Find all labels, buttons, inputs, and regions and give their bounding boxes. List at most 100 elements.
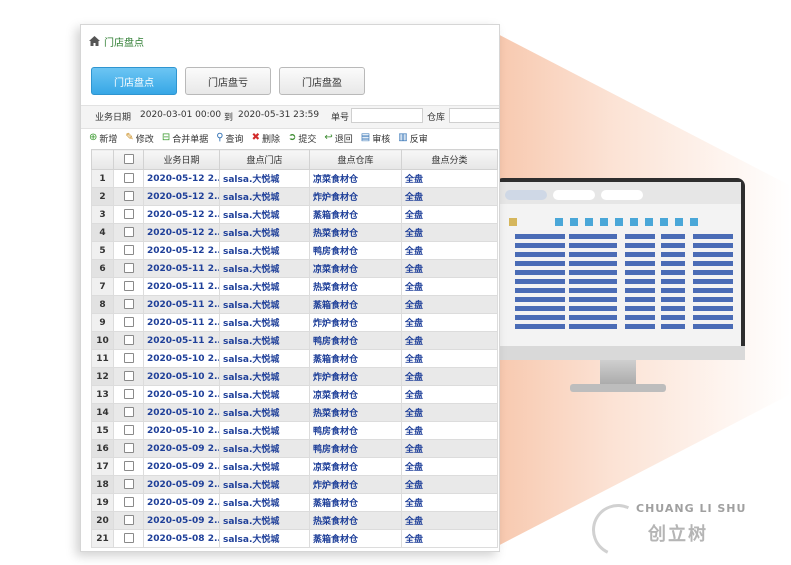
business-date-cell[interactable]: 2020-05-09 2...: [143, 493, 220, 512]
warehouse-cell[interactable]: 鸭房食材仓: [309, 421, 402, 440]
unaudit-button[interactable]: ▥ 反审: [398, 132, 427, 145]
warehouse-cell[interactable]: 鸭房食材仓: [309, 241, 402, 260]
delete-button[interactable]: ✖ 删除: [252, 132, 280, 145]
business-date-cell[interactable]: 2020-05-09 2...: [143, 439, 220, 458]
table-row[interactable]: 9 2020-05-11 2... salsa.大悦城 炸炉食材仓 全盘: [91, 313, 498, 332]
row-checkbox[interactable]: [123, 389, 134, 400]
business-date-cell[interactable]: 2020-05-08 2...: [143, 529, 220, 548]
warehouse-cell[interactable]: 凉菜食材仓: [309, 457, 402, 476]
tab-store-stocktake[interactable]: 门店盘点: [91, 67, 177, 95]
store-cell[interactable]: salsa.大悦城: [219, 349, 310, 368]
row-select-cell[interactable]: [113, 277, 144, 296]
store-cell[interactable]: salsa.大悦城: [219, 241, 310, 260]
store-cell[interactable]: salsa.大悦城: [219, 331, 310, 350]
category-cell[interactable]: 全盘: [401, 241, 498, 260]
table-row[interactable]: 11 2020-05-10 2... salsa.大悦城 蒸箱食材仓 全盘: [91, 349, 498, 368]
warehouse-cell[interactable]: 炸炉食材仓: [309, 475, 402, 494]
table-row[interactable]: 20 2020-05-09 2... salsa.大悦城 热菜食材仓 全盘: [91, 511, 498, 530]
business-date-cell[interactable]: 2020-05-11 2...: [143, 295, 220, 314]
store-cell[interactable]: salsa.大悦城: [219, 223, 310, 242]
row-select-cell[interactable]: [113, 331, 144, 350]
header-warehouse[interactable]: 盘点仓库: [309, 149, 402, 170]
store-cell[interactable]: salsa.大悦城: [219, 367, 310, 386]
store-cell[interactable]: salsa.大悦城: [219, 205, 310, 224]
row-checkbox[interactable]: [123, 371, 134, 382]
store-cell[interactable]: salsa.大悦城: [219, 475, 310, 494]
table-row[interactable]: 10 2020-05-11 2... salsa.大悦城 鸭房食材仓 全盘: [91, 331, 498, 350]
category-cell[interactable]: 全盘: [401, 187, 498, 206]
category-cell[interactable]: 全盘: [401, 367, 498, 386]
warehouse-cell[interactable]: 热菜食材仓: [309, 277, 402, 296]
store-cell[interactable]: salsa.大悦城: [219, 169, 310, 188]
audit-button[interactable]: ▤ 审核: [361, 132, 390, 145]
row-select-cell[interactable]: [113, 169, 144, 188]
warehouse-cell[interactable]: 蒸箱食材仓: [309, 295, 402, 314]
row-select-cell[interactable]: [113, 295, 144, 314]
category-cell[interactable]: 全盘: [401, 511, 498, 530]
row-checkbox[interactable]: [123, 425, 134, 436]
row-checkbox[interactable]: [123, 281, 134, 292]
category-cell[interactable]: 全盘: [401, 277, 498, 296]
row-select-cell[interactable]: [113, 421, 144, 440]
store-cell[interactable]: salsa.大悦城: [219, 277, 310, 296]
store-cell[interactable]: salsa.大悦城: [219, 457, 310, 476]
table-row[interactable]: 19 2020-05-09 2... salsa.大悦城 蒸箱食材仓 全盘: [91, 493, 498, 512]
table-row[interactable]: 4 2020-05-12 2... salsa.大悦城 热菜食材仓 全盘: [91, 223, 498, 242]
category-cell[interactable]: 全盘: [401, 421, 498, 440]
order-number-input[interactable]: [351, 108, 423, 123]
category-cell[interactable]: 全盘: [401, 259, 498, 278]
store-cell[interactable]: salsa.大悦城: [219, 529, 310, 548]
business-date-cell[interactable]: 2020-05-12 2...: [143, 169, 220, 188]
table-row[interactable]: 14 2020-05-10 2... salsa.大悦城 热菜食材仓 全盘: [91, 403, 498, 422]
header-store[interactable]: 盘点门店: [219, 149, 310, 170]
row-select-cell[interactable]: [113, 457, 144, 476]
category-cell[interactable]: 全盘: [401, 439, 498, 458]
header-category[interactable]: 盘点分类: [401, 149, 498, 170]
row-select-cell[interactable]: [113, 241, 144, 260]
business-date-cell[interactable]: 2020-05-10 2...: [143, 385, 220, 404]
business-date-cell[interactable]: 2020-05-10 2...: [143, 349, 220, 368]
row-select-cell[interactable]: [113, 187, 144, 206]
category-cell[interactable]: 全盘: [401, 349, 498, 368]
category-cell[interactable]: 全盘: [401, 223, 498, 242]
business-date-cell[interactable]: 2020-05-12 2...: [143, 241, 220, 260]
row-checkbox[interactable]: [123, 533, 134, 544]
row-checkbox[interactable]: [123, 209, 134, 220]
warehouse-cell[interactable]: 炸炉食材仓: [309, 367, 402, 386]
table-row[interactable]: 7 2020-05-11 2... salsa.大悦城 热菜食材仓 全盘: [91, 277, 498, 296]
business-date-cell[interactable]: 2020-05-12 2...: [143, 223, 220, 242]
row-checkbox[interactable]: [123, 497, 134, 508]
business-date-cell[interactable]: 2020-05-09 2...: [143, 457, 220, 476]
business-date-cell[interactable]: 2020-05-10 2...: [143, 403, 220, 422]
submit-button[interactable]: ➲ 提交: [288, 132, 316, 145]
header-select-all[interactable]: [113, 149, 144, 170]
row-select-cell[interactable]: [113, 313, 144, 332]
category-cell[interactable]: 全盘: [401, 475, 498, 494]
store-cell[interactable]: salsa.大悦城: [219, 439, 310, 458]
row-select-cell[interactable]: [113, 349, 144, 368]
tab-store-loss[interactable]: 门店盘亏: [185, 67, 271, 95]
row-select-cell[interactable]: [113, 259, 144, 278]
warehouse-cell[interactable]: 蒸箱食材仓: [309, 529, 402, 548]
warehouse-cell[interactable]: 鸭房食材仓: [309, 331, 402, 350]
row-checkbox[interactable]: [123, 299, 134, 310]
select-all-checkbox[interactable]: [123, 154, 134, 165]
table-row[interactable]: 18 2020-05-09 2... salsa.大悦城 炸炉食材仓 全盘: [91, 475, 498, 494]
category-cell[interactable]: 全盘: [401, 457, 498, 476]
table-row[interactable]: 13 2020-05-10 2... salsa.大悦城 凉菜食材仓 全盘: [91, 385, 498, 404]
category-cell[interactable]: 全盘: [401, 403, 498, 422]
row-checkbox[interactable]: [123, 263, 134, 274]
warehouse-cell[interactable]: 炸炉食材仓: [309, 313, 402, 332]
row-checkbox[interactable]: [123, 461, 134, 472]
row-checkbox[interactable]: [123, 191, 134, 202]
business-date-cell[interactable]: 2020-05-09 2...: [143, 475, 220, 494]
warehouse-cell[interactable]: 蒸箱食材仓: [309, 349, 402, 368]
store-cell[interactable]: salsa.大悦城: [219, 511, 310, 530]
row-checkbox[interactable]: [123, 335, 134, 346]
row-select-cell[interactable]: [113, 511, 144, 530]
edit-button[interactable]: ✎ 修改: [125, 132, 153, 145]
warehouse-cell[interactable]: 蒸箱食材仓: [309, 205, 402, 224]
table-row[interactable]: 16 2020-05-09 2... salsa.大悦城 鸭房食材仓 全盘: [91, 439, 498, 458]
business-date-cell[interactable]: 2020-05-12 2...: [143, 205, 220, 224]
table-row[interactable]: 21 2020-05-08 2... salsa.大悦城 蒸箱食材仓 全盘: [91, 529, 498, 548]
